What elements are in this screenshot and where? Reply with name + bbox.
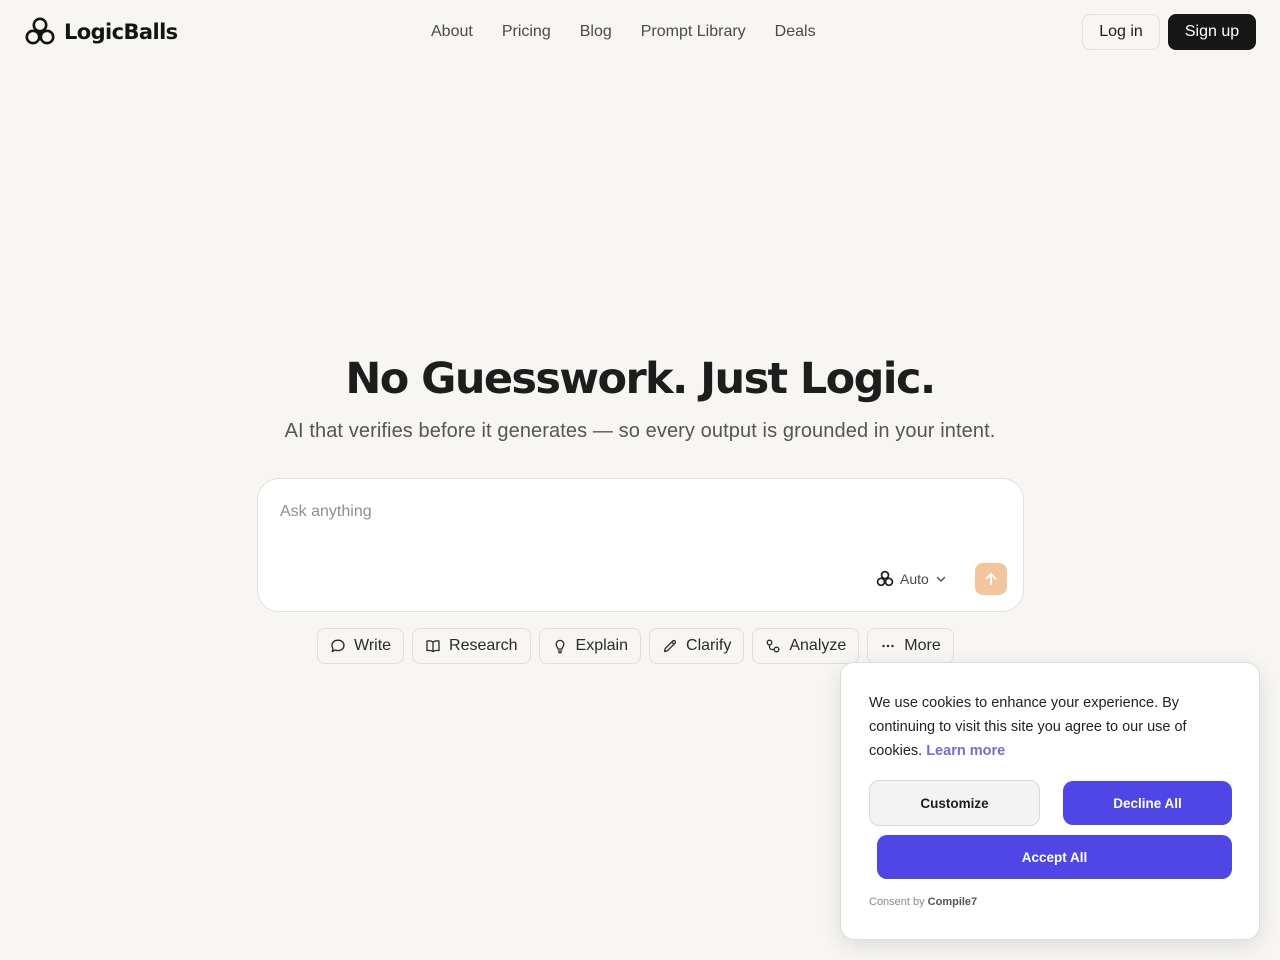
- chip-label: More: [904, 637, 941, 654]
- arrow-up-icon: [985, 573, 997, 585]
- chip-label: Research: [449, 637, 518, 654]
- logicballs-model-icon: [876, 570, 894, 587]
- brand-name: LogicBalls: [64, 20, 178, 44]
- hero-subtitle: AI that verifies before it generates — s…: [284, 420, 996, 442]
- nav-link-about[interactable]: About: [431, 23, 473, 41]
- chevron-down-icon: [936, 576, 946, 582]
- nav-link-pricing[interactable]: Pricing: [502, 23, 551, 41]
- brand-logo[interactable]: LogicBalls: [24, 16, 178, 48]
- consent-attribution: Consent by Compile7: [869, 896, 977, 908]
- explain-chip[interactable]: Explain: [538, 628, 642, 664]
- action-chips: Write Research Explain Clarify Analyze M…: [317, 628, 954, 664]
- nav-link-prompt-library[interactable]: Prompt Library: [641, 23, 746, 41]
- cookie-message: We use cookies to enhance your experienc…: [869, 691, 1209, 763]
- hero-title: No Guesswork. Just Logic.: [345, 354, 936, 404]
- consent-brand: Compile7: [927, 896, 978, 908]
- logicballs-logo-icon: [25, 17, 55, 45]
- chip-label: Write: [354, 637, 392, 654]
- analyze-chip[interactable]: Analyze: [752, 628, 860, 664]
- signup-button[interactable]: Sign up: [1168, 14, 1256, 50]
- customize-button[interactable]: Customize: [869, 780, 1040, 826]
- decline-all-button[interactable]: Decline All: [1063, 781, 1232, 825]
- prompt-box: Auto: [257, 478, 1024, 612]
- top-navigation: LogicBalls About Pricing Blog Prompt Lib…: [0, 0, 1280, 64]
- cookie-consent-dialog: We use cookies to enhance your experienc…: [840, 662, 1260, 940]
- chip-label: Clarify: [686, 637, 732, 654]
- cookie-message-text: We use cookies to enhance your experienc…: [869, 695, 1187, 759]
- prompt-input[interactable]: [280, 501, 980, 523]
- clarify-chip[interactable]: Clarify: [649, 628, 745, 664]
- link-nodes-icon: [766, 639, 780, 653]
- main-nav: About Pricing Blog Prompt Library Deals: [431, 20, 816, 44]
- model-label: Auto: [900, 571, 929, 587]
- more-chip[interactable]: More: [867, 628, 954, 664]
- nav-link-blog[interactable]: Blog: [580, 23, 612, 41]
- more-dots-icon: [882, 644, 894, 648]
- pencil-icon: [663, 639, 677, 653]
- chip-label: Analyze: [789, 637, 847, 654]
- model-selector[interactable]: Auto: [876, 568, 947, 590]
- learn-more-link[interactable]: Learn more: [926, 743, 1005, 759]
- write-chip[interactable]: Write: [317, 628, 405, 664]
- login-button[interactable]: Log in: [1082, 14, 1160, 50]
- send-button[interactable]: [975, 563, 1007, 595]
- accept-all-button[interactable]: Accept All: [877, 835, 1232, 879]
- book-icon: [426, 640, 440, 653]
- chat-bubble-icon: [331, 639, 345, 653]
- nav-link-deals[interactable]: Deals: [775, 23, 816, 41]
- lightbulb-icon: [555, 639, 564, 654]
- chip-label: Explain: [575, 637, 629, 654]
- research-chip[interactable]: Research: [412, 628, 531, 664]
- consent-prefix: Consent by: [869, 896, 925, 908]
